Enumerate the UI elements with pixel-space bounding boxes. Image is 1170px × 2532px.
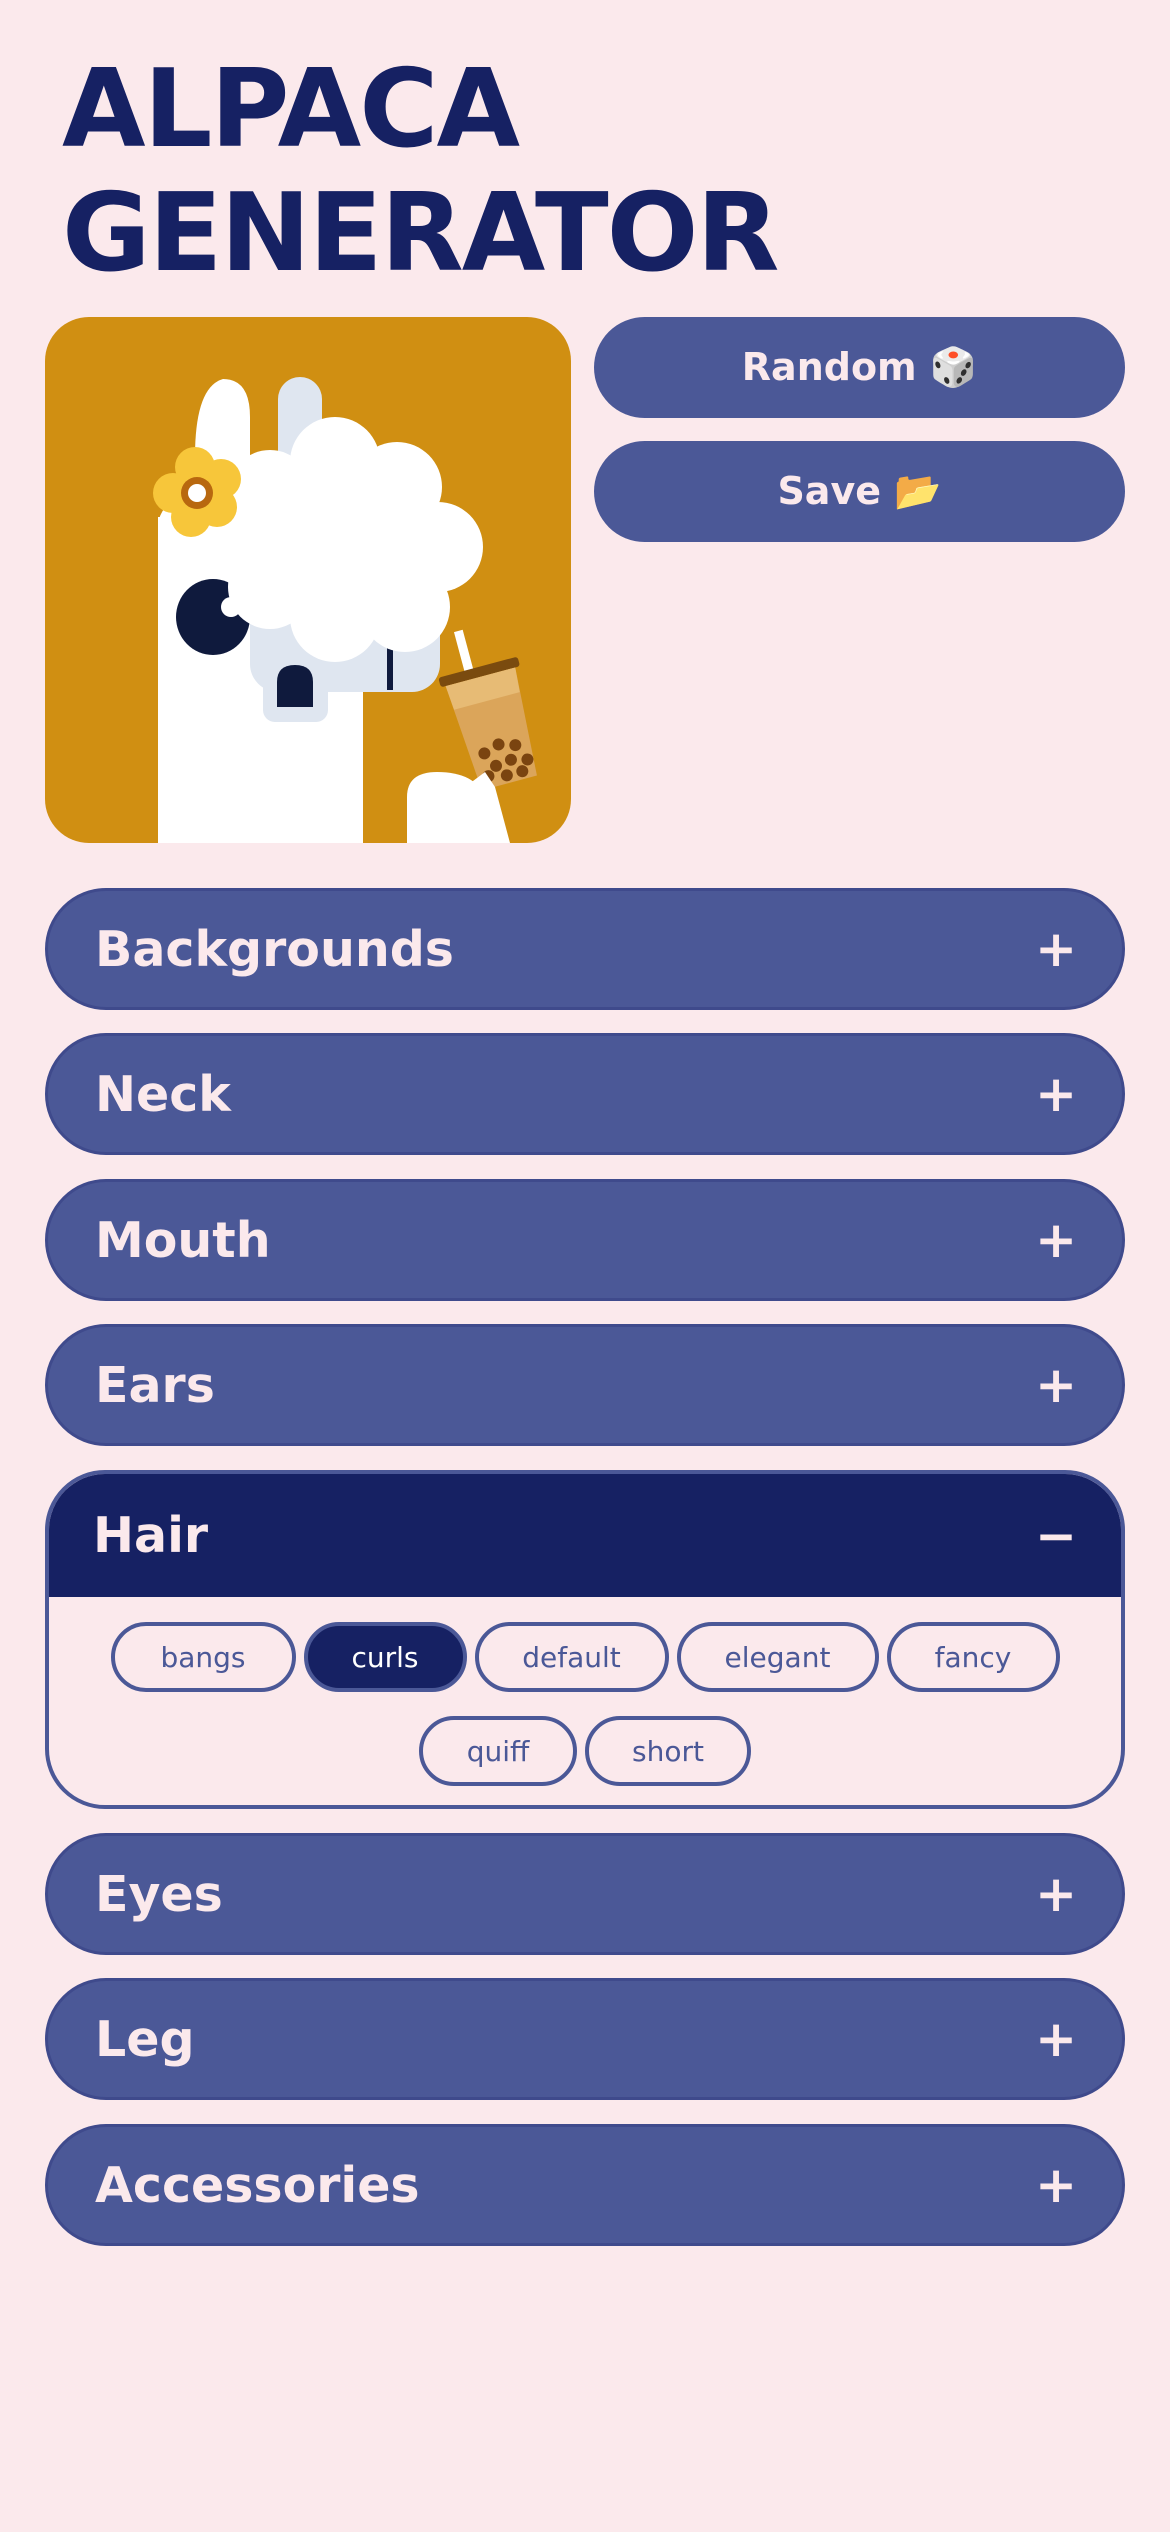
option-chip-fancy[interactable]: fancy — [886, 1622, 1060, 1692]
save-button[interactable]: Save 📂 — [594, 441, 1125, 542]
plus-icon: + — [1035, 920, 1077, 978]
accordion-hair-header[interactable]: Hair − — [49, 1474, 1121, 1597]
option-chip-bangs[interactable]: bangs — [110, 1622, 296, 1692]
accordion-eyes[interactable]: Eyes + — [45, 1833, 1125, 1955]
save-button-label: Save 📂 — [777, 469, 942, 513]
plus-icon: + — [1035, 1356, 1077, 1414]
accordion-ears[interactable]: Ears + — [45, 1324, 1125, 1446]
accordion-label: Mouth — [95, 1211, 271, 1269]
accordion-label: Neck — [95, 1065, 231, 1123]
accordion-label: Leg — [95, 2010, 195, 2068]
plus-icon: + — [1035, 1211, 1077, 1269]
accordion-accessories[interactable]: Accessories + — [45, 2124, 1125, 2246]
option-chip-curls[interactable]: curls — [303, 1622, 467, 1692]
accordion-label: Ears — [95, 1356, 215, 1414]
accordion-label: Backgrounds — [95, 920, 454, 978]
option-chip-quiff[interactable]: quiff — [419, 1716, 577, 1786]
option-chip-elegant[interactable]: elegant — [676, 1622, 879, 1692]
accordion-hair: Hair − bangs curls default elegant fancy… — [45, 1470, 1125, 1809]
accordion-label: Accessories — [95, 2156, 420, 2214]
alpaca-preview — [45, 317, 571, 843]
random-button-label: Random 🎲 — [741, 345, 978, 389]
random-button[interactable]: Random 🎲 — [594, 317, 1125, 418]
accordion-label: Eyes — [95, 1865, 223, 1923]
minus-icon: − — [1035, 1506, 1077, 1565]
plus-icon: + — [1035, 2010, 1077, 2068]
accordion-label: Hair — [93, 1507, 209, 1564]
app-title: ALPACA GENERATOR — [62, 47, 780, 296]
accordion-neck[interactable]: Neck + — [45, 1033, 1125, 1155]
alpaca-mouth — [277, 665, 313, 707]
boba-drink — [438, 629, 537, 791]
alpaca-hair-curls — [215, 417, 483, 662]
accordion-mouth[interactable]: Mouth + — [45, 1179, 1125, 1301]
plus-icon: + — [1035, 1065, 1077, 1123]
option-chip-default[interactable]: default — [474, 1622, 669, 1692]
plus-icon: + — [1035, 2156, 1077, 2214]
accordion-backgrounds[interactable]: Backgrounds + — [45, 888, 1125, 1010]
accordion-leg[interactable]: Leg + — [45, 1978, 1125, 2100]
option-chip-short[interactable]: short — [585, 1716, 751, 1786]
hair-options: bangs curls default elegant fancy quiff … — [49, 1622, 1121, 1786]
plus-icon: + — [1035, 1865, 1077, 1923]
